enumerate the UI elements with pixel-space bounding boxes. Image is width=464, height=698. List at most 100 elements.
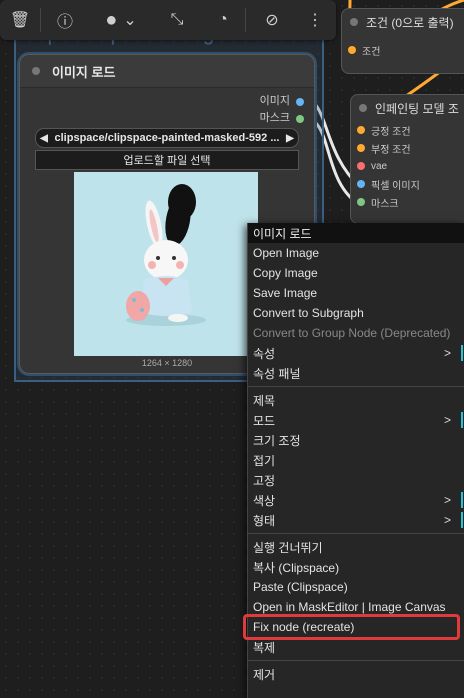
chevron-down-icon: ⌄ [123, 12, 137, 29]
menu-item-label: 속성 [253, 346, 276, 361]
menu-item[interactable]: Paste (Clipspace) [248, 577, 464, 597]
more-button[interactable]: ⋮ [298, 0, 332, 40]
menu-item-label: 색상 [253, 493, 276, 508]
input-label: 조건 [362, 46, 381, 58]
menu-item[interactable]: Save Image [248, 283, 464, 303]
node-header[interactable]: 인페인팅 모델 조 [351, 95, 464, 121]
collapse-icon: ⤡ [170, 11, 184, 28]
menu-item[interactable]: 복제 [248, 637, 464, 657]
inpaint-inputs: 긍정 조건부정 조건 vae 픽셀 이미지마스크 [351, 121, 464, 211]
highlight-box [243, 614, 460, 640]
input-socket-icon[interactable] [348, 46, 356, 54]
menu-item-label: Convert to Subgraph [253, 306, 364, 320]
node-header[interactable]: 조건 (0으로 출력) [342, 9, 464, 35]
input-row[interactable]: 부정 조건 [351, 139, 464, 157]
collapse-button[interactable]: ⤡ [153, 0, 201, 40]
menu-item[interactable]: 제목 [248, 390, 464, 410]
input-socket-icon[interactable] [357, 144, 365, 152]
node-title: 조건 (0으로 출력) [366, 15, 454, 30]
output-socket-icon[interactable] [296, 97, 304, 106]
menu-item-label: 제거 [253, 667, 276, 682]
menu-item[interactable]: Convert to Subgraph [248, 303, 464, 323]
upload-button[interactable]: 업로드할 파일 선택 [35, 150, 299, 170]
node-title: 인페인팅 모델 조 [375, 101, 459, 116]
delete-icon: 🗑 [9, 12, 31, 29]
input-row[interactable]: vae [351, 157, 464, 175]
menu-item-label: 실행 건너뛰기 [253, 540, 323, 555]
combo-value: clipspace/clipspace-painted-masked-592 .… [54, 132, 280, 144]
output-label: 마스크 [259, 112, 290, 124]
input-socket-icon[interactable] [357, 162, 365, 170]
submenu-indicator [461, 512, 463, 528]
input-label: vae [371, 160, 388, 172]
info-button[interactable]: ⓘ [41, 0, 89, 40]
input-label: 픽셀 이미지 [371, 180, 420, 192]
image-combo[interactable]: ◀ clipspace/clipspace-painted-masked-592… [35, 128, 299, 148]
input-row[interactable]: 긍정 조건 [351, 121, 464, 139]
menu-item-label: Save Image [253, 286, 318, 300]
menu-item[interactable]: 복사 (Clipspace) [248, 557, 464, 577]
input-row[interactable]: 픽셀 이미지 [351, 175, 464, 193]
menu-item[interactable]: Copy Image [248, 263, 464, 283]
input-row[interactable]: 조건 [342, 41, 464, 59]
menu-item-label: 복사 (Clipspace) [253, 560, 340, 575]
delete-button[interactable]: 🗑 [0, 0, 40, 40]
menu-separator [248, 533, 464, 534]
collapse-dot-icon[interactable] [350, 18, 358, 26]
menu-item[interactable]: 크기 조정 [248, 430, 464, 450]
input-label: 마스크 [371, 198, 399, 210]
selection-toolbar: 🗑 ⓘ ● ⌄ ⤡ ◔ ⊘ ⋮ [0, 0, 336, 40]
menu-item[interactable]: 제거 [248, 664, 464, 684]
input-socket-icon[interactable] [357, 126, 365, 134]
menu-item[interactable]: 고정 [248, 470, 464, 490]
submenu-arrow-icon: > [443, 493, 451, 507]
menu-item[interactable]: Open Image [248, 243, 464, 263]
node-header[interactable]: 이미지 로드 [20, 55, 314, 88]
inpaint-node[interactable]: 인페인팅 모델 조 긍정 조건부정 조건 vae 픽셀 이미지마스크 [350, 94, 464, 224]
combo-prev-icon[interactable]: ◀ [36, 133, 52, 144]
bypass-button[interactable]: ⊘ [246, 0, 298, 40]
bypass-icon: ⊘ [265, 12, 279, 29]
color-picker-button[interactable]: ● ⌄ [89, 0, 153, 40]
menu-item-label: 크기 조정 [253, 433, 301, 448]
submenu-arrow-icon: > [443, 346, 451, 360]
collapse-dot-icon[interactable] [32, 67, 40, 75]
node-outputs: 이미지 마스크 [260, 93, 304, 127]
menu-item[interactable]: 형태 > [248, 510, 464, 530]
menu-item-label: Convert to Group Node (Deprecated) [253, 326, 451, 340]
submenu-arrow-icon: > [443, 513, 451, 527]
menu-item-label: Copy Image [253, 266, 318, 280]
menu-item[interactable]: 접기 [248, 450, 464, 470]
menu-item-label: Open Image [253, 246, 320, 260]
info-icon: ⓘ [56, 14, 73, 31]
output-mask[interactable]: 마스크 [260, 110, 304, 127]
input-socket-icon[interactable] [357, 180, 365, 188]
pie-button[interactable]: ◔ [201, 0, 245, 40]
input-label: 긍정 조건 [371, 126, 411, 138]
menu-item-label: Open in MaskEditor | Image Canvas [253, 600, 446, 614]
more-icon: ⋮ [307, 12, 323, 29]
menu-item: Convert to Group Node (Deprecated) [248, 323, 464, 343]
output-socket-icon[interactable] [296, 114, 304, 123]
combo-next-icon[interactable]: ▶ [282, 133, 298, 144]
menu-item[interactable]: 속성 > [248, 343, 464, 363]
submenu-indicator [461, 345, 463, 361]
submenu-indicator [461, 412, 463, 428]
menu-item[interactable]: 속성 패널 [248, 363, 464, 383]
collapse-dot-icon[interactable] [359, 104, 367, 112]
color-picker-icon: ● [105, 8, 118, 31]
menu-item-label: 고정 [253, 473, 276, 488]
menu-item[interactable]: 모드 > [248, 410, 464, 430]
input-label: 부정 조건 [371, 144, 411, 156]
menu-item-label: Paste (Clipspace) [253, 580, 348, 594]
node-title: 이미지 로드 [52, 64, 116, 80]
output-image[interactable]: 이미지 [260, 93, 304, 110]
input-row[interactable]: 마스크 [351, 193, 464, 211]
input-socket-icon[interactable] [357, 198, 365, 206]
output-label: 이미지 [259, 95, 290, 107]
menu-item[interactable]: 실행 건너뛰기 [248, 537, 464, 557]
menu-item-label: 속성 패널 [253, 366, 301, 381]
menu-item[interactable]: 색상 > [248, 490, 464, 510]
condition-node[interactable]: 조건 (0으로 출력) 조건 [341, 8, 464, 74]
submenu-indicator [461, 492, 463, 508]
